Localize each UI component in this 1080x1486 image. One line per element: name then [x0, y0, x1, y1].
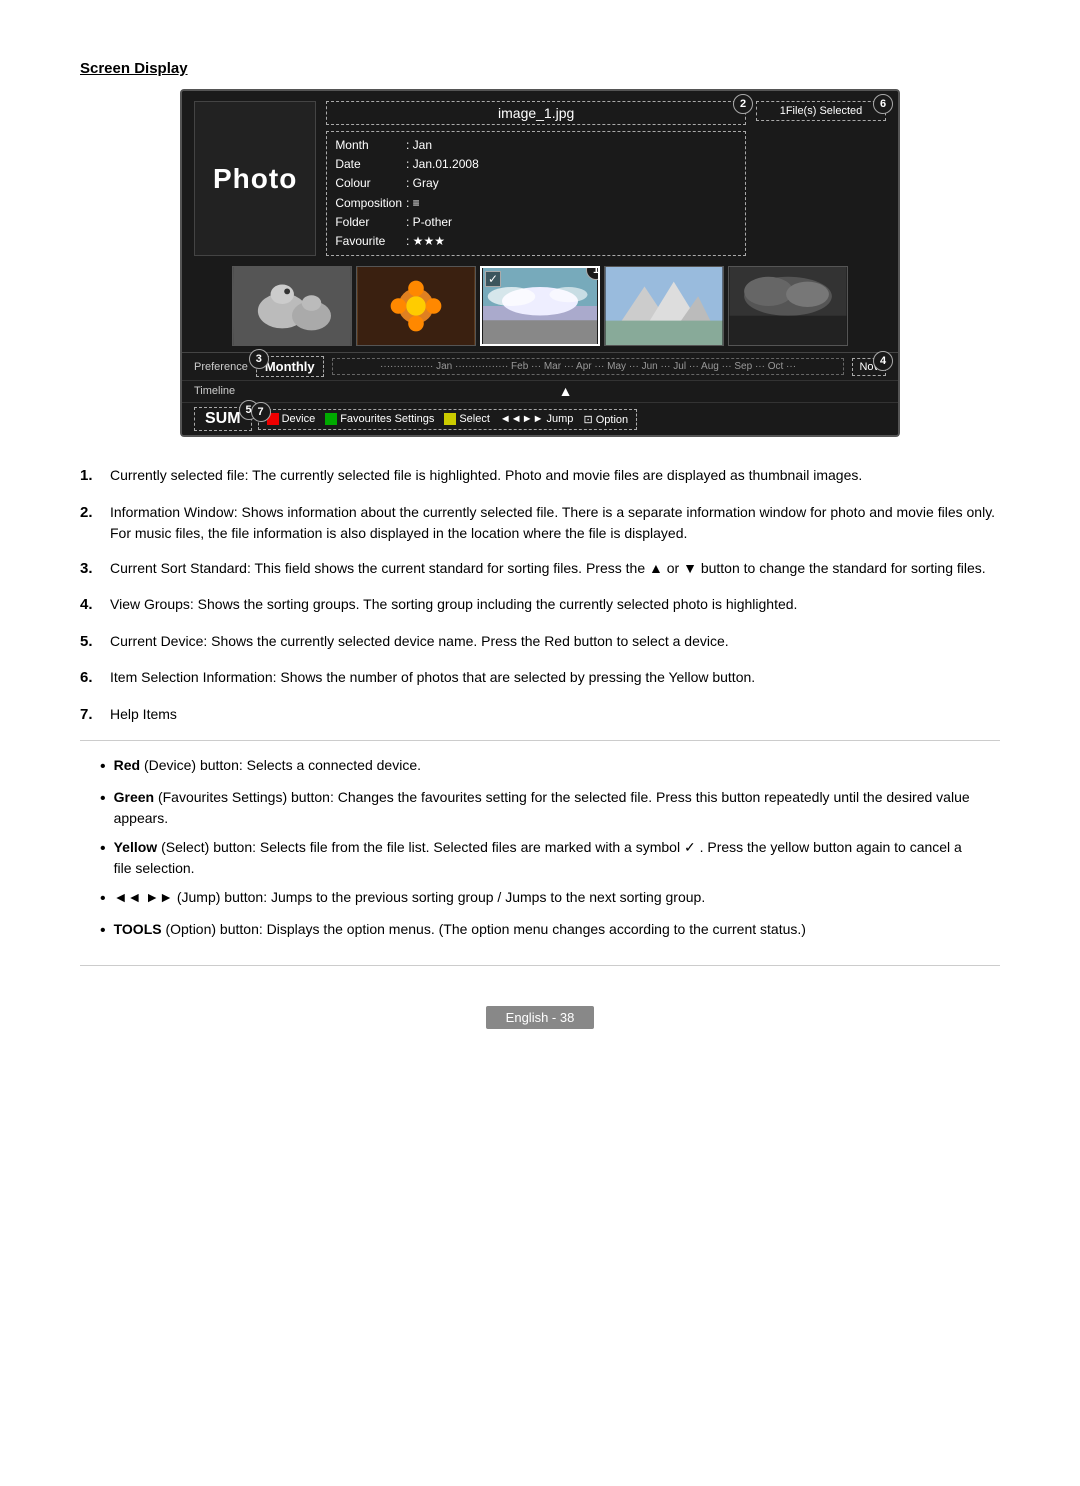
page-number-badge: English - 38 [486, 1006, 595, 1029]
badge-3: 3 [249, 349, 269, 369]
composition-label: Composition [335, 194, 406, 213]
badge-2: 2 [733, 94, 753, 114]
colour-value: : Gray [406, 174, 483, 193]
badge-6: 6 [873, 94, 893, 114]
timeline-arrow: ▲ [559, 383, 573, 399]
bullet-item-tools: • TOOLS (Option) button: Displays the op… [100, 919, 980, 943]
list-number-4: 4. [80, 594, 110, 617]
list-content-3: Current Sort Standard: This field shows … [110, 558, 1000, 579]
sort-groups: ················ Jan ················ Fe… [332, 358, 845, 375]
selected-badge-text: 1File(s) Selected [780, 105, 863, 117]
sort-right: Nov 4 [852, 358, 886, 376]
sort-label: Preference [194, 361, 248, 373]
month-value: : Jan [406, 136, 483, 155]
badge-7: 7 [251, 402, 271, 422]
thumb-clouds [728, 266, 848, 346]
sort-current: 3 Monthly [256, 356, 324, 377]
photo-ui: Photo image_1.jpg 2 Month : Jan Date : J… [180, 89, 900, 437]
bullet-text-green: Green (Favourites Settings) button: Chan… [114, 787, 980, 829]
badge-4: 4 [873, 351, 893, 371]
numbered-list: 1. Currently selected file: The currentl… [80, 465, 1000, 726]
folder-value: : P-other [406, 213, 483, 232]
date-value: : Jan.01.2008 [406, 155, 483, 174]
list-content-7: Help Items [110, 704, 1000, 725]
info-box: Month : Jan Date : Jan.01.2008 Colour : … [326, 131, 746, 256]
thumb-flower [356, 266, 476, 346]
list-content-2: Information Window: Shows information ab… [110, 502, 1000, 544]
colour-label: Colour [335, 174, 406, 193]
folder-label: Folder [335, 213, 406, 232]
filename-text: image_1.jpg [498, 105, 574, 121]
bullet-text-tools: TOOLS (Option) button: Displays the opti… [114, 919, 806, 940]
section-title: Screen Display [80, 60, 1000, 77]
list-content-6: Item Selection Information: Shows the nu… [110, 667, 1000, 688]
list-item: 2. Information Window: Shows information… [80, 502, 1000, 544]
thumb-sheep [232, 266, 352, 346]
list-item: 7. Help Items [80, 704, 1000, 727]
list-content-1: Currently selected file: The currently s… [110, 465, 1000, 486]
list-number-5: 5. [80, 631, 110, 654]
list-content-5: Current Device: Shows the currently sele… [110, 631, 1000, 652]
bullet-text-jump: ◄◄ ►► (Jump) button: Jumps to the previo… [114, 887, 706, 908]
page-number-bar: English - 38 [80, 1006, 1000, 1029]
composition-value: : ≡ [406, 194, 483, 213]
bullet-box: • Red (Device) button: Selects a connect… [80, 740, 1000, 966]
photo-logo: Photo [194, 101, 316, 256]
favourite-label: Favourite [335, 232, 406, 251]
list-number-6: 6. [80, 667, 110, 690]
bullet-item-yellow: • Yellow (Select) button: Selects file f… [100, 837, 980, 879]
list-item: 3. Current Sort Standard: This field sho… [80, 558, 1000, 581]
favourite-value: : ★★★ [406, 232, 483, 251]
list-number-2: 2. [80, 502, 110, 525]
list-number-3: 3. [80, 558, 110, 581]
bullet-item-red: • Red (Device) button: Selects a connect… [100, 755, 980, 779]
list-item: 6. Item Selection Information: Shows the… [80, 667, 1000, 690]
sum-block: SUM 5 [194, 407, 252, 431]
list-number-7: 7. [80, 704, 110, 727]
bullet-text-red: Red (Device) button: Selects a connected… [114, 755, 421, 776]
filename-bar: image_1.jpg 2 [326, 101, 746, 125]
bullet-item-green: • Green (Favourites Settings) button: Ch… [100, 787, 980, 829]
thumb-sky-selected: ✓ 1 [480, 266, 600, 346]
bullet-item-jump: • ◄◄ ►► (Jump) button: Jumps to the prev… [100, 887, 980, 911]
sort-current-text: Monthly [265, 359, 315, 374]
date-label: Date [335, 155, 406, 174]
list-item: 5. Current Device: Shows the currently s… [80, 631, 1000, 654]
sum-text: SUM [205, 410, 241, 427]
list-item: 1. Currently selected file: The currentl… [80, 465, 1000, 488]
list-item: 4. View Groups: Shows the sorting groups… [80, 594, 1000, 617]
list-content-4: View Groups: Shows the sorting groups. T… [110, 594, 1000, 615]
list-number-1: 1. [80, 465, 110, 488]
selected-badge: 1File(s) Selected 6 [756, 101, 886, 121]
thumb-mountain [604, 266, 724, 346]
month-label: Month [335, 136, 406, 155]
bullet-text-yellow: Yellow (Select) button: Selects file fro… [114, 837, 980, 879]
help-icons: 7 Device Favourites Settings Select ◄◄►►… [258, 409, 638, 430]
timeline-label: Timeline [194, 385, 235, 397]
